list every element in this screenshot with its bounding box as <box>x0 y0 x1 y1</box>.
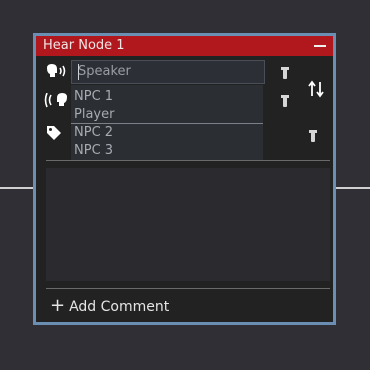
pin-icon[interactable] <box>309 130 317 142</box>
dropdown-separator <box>71 123 263 124</box>
content-panel <box>46 168 330 281</box>
dropdown-option-npc3[interactable]: NPC 3 <box>74 143 113 158</box>
dropdown-option-npc2[interactable]: NPC 2 <box>74 125 113 140</box>
dropdown-option-npc1[interactable]: NPC 1 <box>74 89 113 104</box>
node-title: Hear Node 1 <box>43 38 125 53</box>
dropdown-option-player[interactable]: Player <box>74 107 114 122</box>
pin-icon[interactable] <box>281 67 289 79</box>
speaking-head-icon <box>46 64 70 84</box>
connection-wire-left <box>0 187 36 189</box>
plus-icon: + <box>50 295 66 316</box>
section-divider <box>46 160 330 161</box>
tag-icon <box>46 125 62 145</box>
pin-icon[interactable] <box>281 95 289 107</box>
add-comment-button[interactable]: + Add Comment <box>50 295 170 316</box>
connection-wire-right <box>336 187 370 189</box>
hear-node[interactable]: Hear Node 1 Speaker NPC 1 Player NPC 2 N… <box>33 33 336 325</box>
speaker-input[interactable]: Speaker <box>71 60 265 84</box>
add-comment-label: Add Comment <box>69 299 170 315</box>
node-titlebar[interactable]: Hear Node 1 <box>36 36 333 56</box>
minimize-icon[interactable] <box>314 45 326 47</box>
text-caret <box>78 64 79 80</box>
sort-arrows-icon[interactable] <box>308 80 324 102</box>
footer-divider <box>46 288 330 289</box>
listening-head-icon <box>44 92 68 113</box>
speaker-input-placeholder: Speaker <box>78 64 131 79</box>
speaker-dropdown[interactable]: NPC 1 Player NPC 2 NPC 3 <box>71 85 263 161</box>
